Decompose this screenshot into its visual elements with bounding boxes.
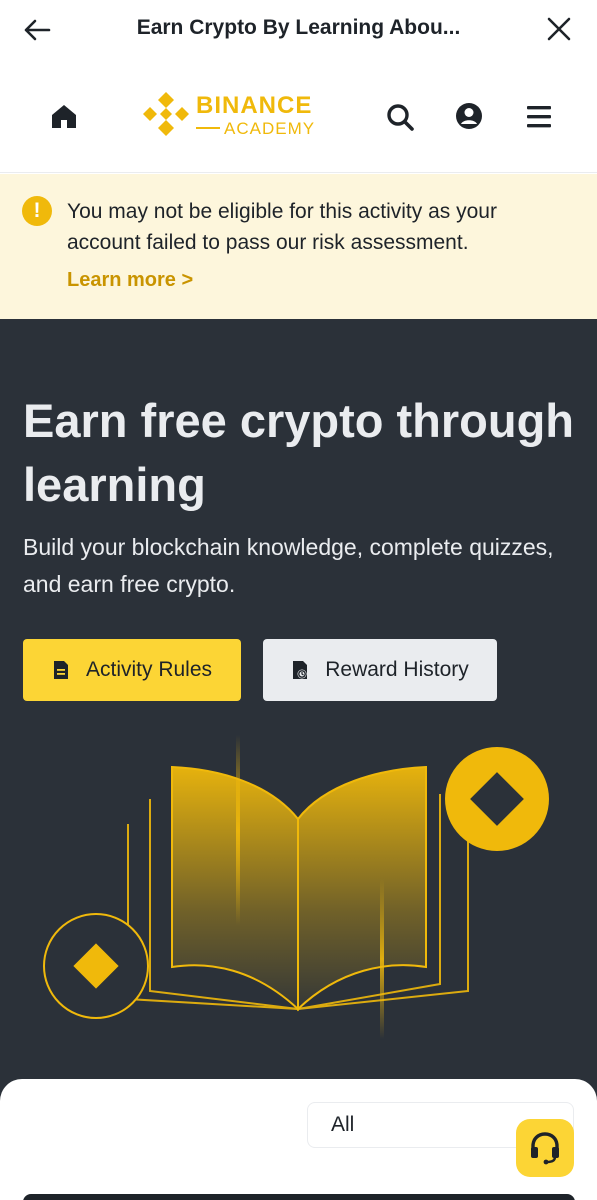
logo-wordmark: BINANCE — [196, 91, 313, 119]
hero-subtitle: Build your blockchain knowledge, complet… — [23, 534, 554, 597]
menu-icon — [527, 106, 551, 128]
content-card: All — [0, 1079, 597, 1200]
binance-academy-logo[interactable]: BINANCE ACADEMY — [140, 90, 330, 140]
close-icon — [547, 17, 571, 41]
search-icon — [387, 104, 414, 131]
webview-top-bar: Earn Crypto By Learning Abou... — [0, 0, 597, 60]
risk-notice: ! You may not be eligible for this activ… — [0, 174, 597, 319]
reward-history-button[interactable]: Reward History — [263, 639, 497, 701]
page-title: Earn Crypto By Learning Abou... — [136, 16, 461, 39]
reward-history-label: Reward History — [325, 658, 469, 681]
logo-subtitle: ACADEMY — [224, 118, 316, 138]
account-button[interactable] — [454, 101, 484, 131]
home-icon — [52, 105, 76, 128]
activity-rules-button[interactable]: Activity Rules — [23, 639, 241, 701]
notice-message: You may not be eligible for this activit… — [67, 200, 497, 254]
user-icon — [456, 103, 482, 129]
back-button[interactable] — [22, 16, 52, 44]
activity-rules-label: Activity Rules — [85, 658, 213, 681]
warning-icon: ! — [22, 196, 52, 226]
close-button[interactable] — [545, 15, 573, 43]
site-header: BINANCE ACADEMY — [0, 60, 597, 173]
history-icon — [293, 661, 308, 679]
home-button[interactable] — [48, 100, 80, 132]
learn-more-link[interactable]: Learn more > — [67, 269, 193, 292]
hero-title: Earn free crypto through learning — [23, 394, 575, 511]
support-button[interactable] — [516, 1119, 574, 1177]
search-button[interactable] — [385, 102, 415, 132]
arrow-left-icon — [24, 19, 51, 41]
menu-button[interactable] — [524, 103, 554, 131]
card-banner-edge — [23, 1194, 575, 1200]
book-illustration — [43, 735, 549, 1039]
hero-section: Earn free crypto through learning Build … — [0, 319, 597, 1200]
binance-logo-icon — [143, 92, 189, 136]
headset-icon — [531, 1132, 559, 1165]
document-icon — [53, 661, 68, 679]
